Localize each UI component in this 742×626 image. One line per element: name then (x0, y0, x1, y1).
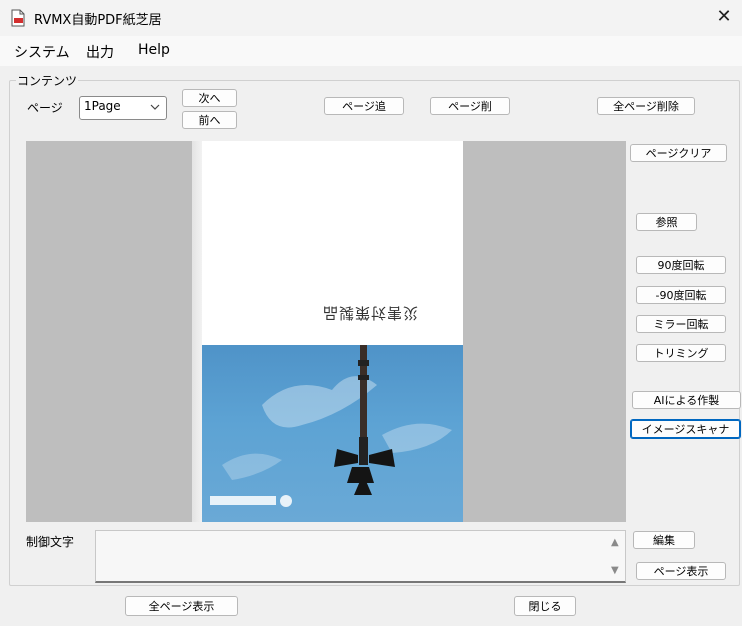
browse-button[interactable]: 参照 (636, 213, 697, 231)
delete-all-pages-button[interactable]: 全ページ削除 (597, 97, 695, 115)
page-delete-button[interactable]: ページ削 (430, 97, 510, 115)
pdf-document-icon (11, 9, 25, 27)
page-clear-button[interactable]: ページクリア (630, 144, 727, 162)
close-button[interactable]: 閉じる (514, 596, 576, 616)
control-text-input[interactable] (95, 530, 626, 583)
mirror-rotate-button[interactable]: ミラー回転 (636, 315, 726, 333)
scroll-down-arrow-icon[interactable]: ▼ (611, 565, 619, 576)
contents-group-label: コンテンツ (16, 72, 79, 89)
page-select-value: 1Page (84, 99, 121, 113)
close-icon[interactable]: ✕ (712, 5, 736, 29)
rotate-90-button[interactable]: 90度回転 (636, 256, 726, 274)
page-label: ページ (27, 101, 63, 115)
page-image: 災害対策製品 (192, 141, 463, 522)
page-title-text: 災害対策製品 (322, 304, 419, 322)
menu-output[interactable]: 出力 (86, 42, 114, 62)
scroll-up-arrow-icon[interactable]: ▲ (611, 537, 619, 548)
trimming-button[interactable]: トリミング (636, 344, 726, 362)
page-add-button[interactable]: ページ追 (324, 97, 404, 115)
prev-button[interactable]: 前へ (182, 111, 237, 129)
edit-button[interactable]: 編集 (633, 531, 695, 549)
menu-help[interactable]: Help (138, 42, 170, 58)
image-scanner-button[interactable]: イメージスキャナ (630, 419, 741, 439)
control-text-label: 制御文字 (26, 535, 75, 549)
next-button[interactable]: 次へ (182, 89, 237, 107)
show-all-pages-button[interactable]: 全ページ表示 (125, 596, 238, 616)
company-logo-icon (210, 495, 292, 507)
ai-create-button[interactable]: AIによる作製 (632, 391, 741, 409)
page-binding-strip (192, 141, 202, 522)
menu-system[interactable]: システム (14, 42, 70, 62)
window-title: RVMX自動PDF紙芝居 (34, 13, 162, 28)
page-display-button[interactable]: ページ表示 (636, 562, 726, 580)
chevron-down-icon (150, 104, 160, 110)
rotate-minus-90-button[interactable]: -90度回転 (636, 286, 726, 304)
